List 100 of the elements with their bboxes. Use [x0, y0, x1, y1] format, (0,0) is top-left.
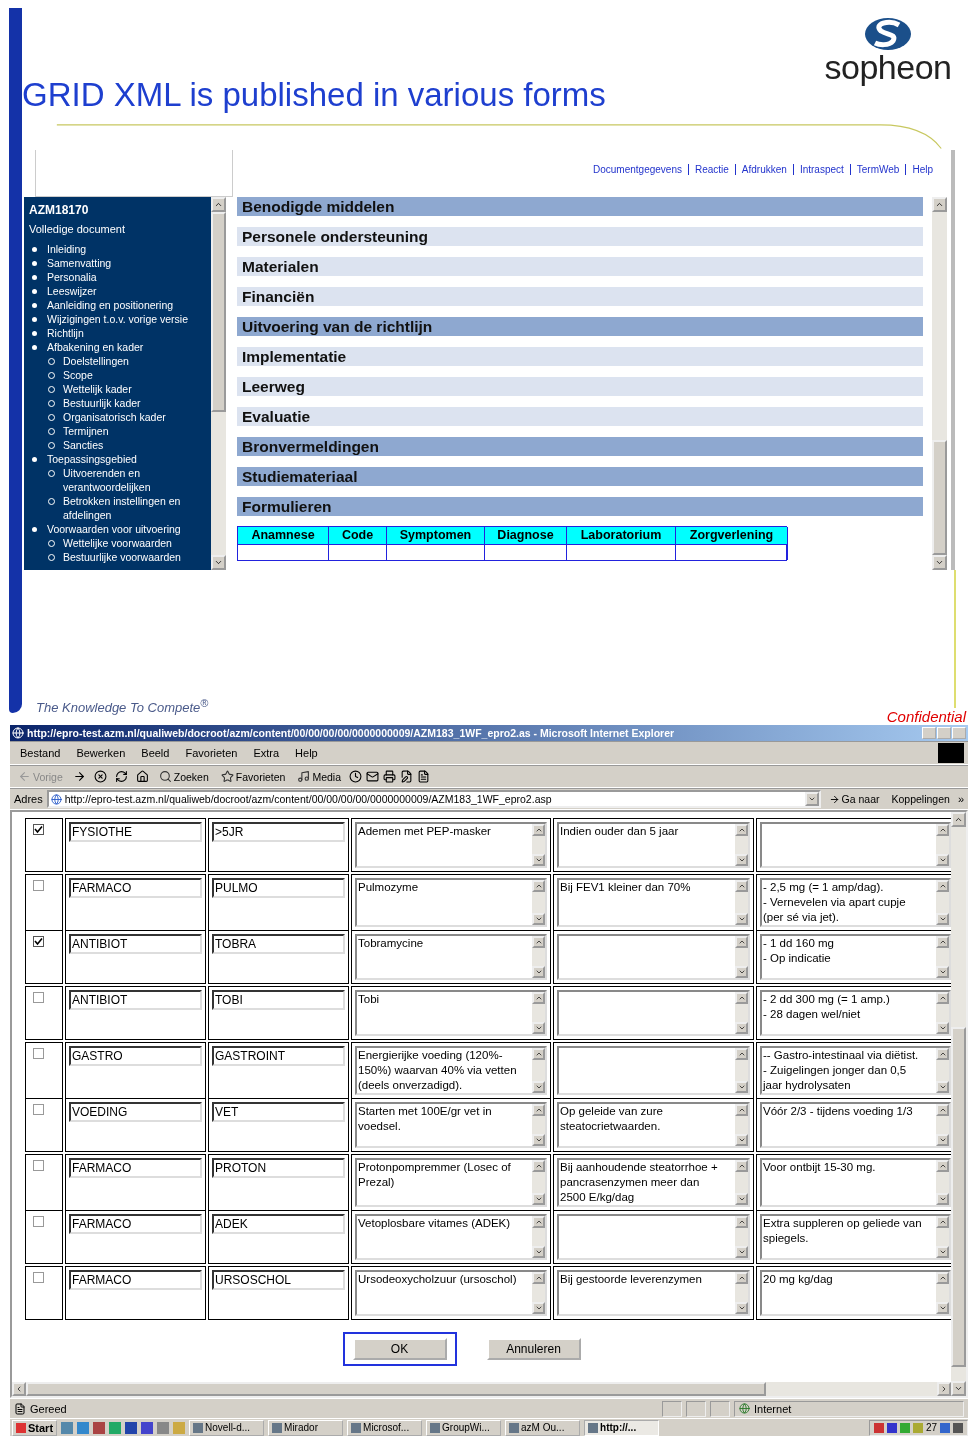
checkbox[interactable]	[33, 936, 44, 947]
quick-launch-icon[interactable]	[93, 1421, 106, 1434]
text-area[interactable]: Tobi	[355, 990, 547, 1036]
nav-link[interactable]: Wettelijk kader	[63, 382, 211, 396]
nav-link[interactable]: Afbakening en kader	[47, 340, 197, 354]
checkbox[interactable]	[33, 1160, 44, 1171]
document-icon[interactable]	[417, 770, 431, 783]
scrollbar[interactable]	[735, 1048, 748, 1093]
text-field[interactable]: FARMACO	[69, 878, 202, 898]
checkbox[interactable]	[33, 992, 44, 1003]
nav-link[interactable]: Intraspect	[792, 163, 850, 175]
scrollbar[interactable]	[936, 1104, 949, 1146]
text-area[interactable]: Op geleide van zure steatocrietwaarden.	[557, 1102, 750, 1148]
toolbar-button[interactable]: Media	[293, 770, 346, 783]
nav-link[interactable]: Sancties	[63, 438, 211, 452]
text-area[interactable]: Ademen met PEP-masker	[355, 822, 547, 868]
nav-link[interactable]: Help	[905, 163, 939, 175]
menu-item[interactable]: Extra	[247, 747, 286, 759]
menu-item[interactable]: Favorieten	[179, 747, 244, 759]
section-heading[interactable]: Leerweg	[237, 377, 923, 396]
text-field[interactable]: FARMACO	[69, 1214, 202, 1234]
quick-launch-icon[interactable]	[157, 1421, 170, 1434]
scrollbar[interactable]	[735, 992, 748, 1034]
text-field[interactable]: TOBI	[212, 990, 345, 1010]
nav-link[interactable]: TermWeb	[849, 163, 906, 175]
text-area[interactable]: - 2 dd 300 mg (= 1 amp.) - 28 dagen wel/niet	[760, 990, 951, 1036]
nav-link[interactable]: Wijzigingen t.o.v. vorige versie	[47, 312, 197, 326]
nav-link[interactable]: Toepassingsgebied	[47, 452, 197, 466]
scrollbar[interactable]	[532, 824, 545, 866]
scrollbar[interactable]	[936, 992, 949, 1034]
text-area[interactable]: 20 mg kg/dag	[760, 1270, 951, 1316]
scrollbar[interactable]	[735, 936, 748, 978]
quick-launch-icon[interactable]	[141, 1421, 154, 1434]
text-area[interactable]: Protonpompremmer (Losec of Prezal)	[355, 1158, 547, 1207]
scrollbar[interactable]	[936, 824, 949, 866]
text-field[interactable]: PULMO	[212, 878, 345, 898]
text-area[interactable]: - 1 dd 160 mg - Op indicatie	[760, 934, 951, 980]
nav-link[interactable]: Scope	[63, 368, 211, 382]
scrollbar[interactable]	[735, 1216, 748, 1258]
scrollbar[interactable]	[735, 1272, 748, 1314]
menu-item[interactable]: Help	[289, 747, 324, 759]
tray-icon[interactable]	[940, 1422, 950, 1433]
nav-link[interactable]: Documentgegevens	[587, 163, 688, 175]
section-heading[interactable]: Benodigde middelen	[237, 197, 923, 216]
more-chevron[interactable]: »	[957, 793, 964, 805]
taskbar-button[interactable]: Novell-d...	[189, 1419, 265, 1436]
text-area[interactable]: -- Gastro-intestinaal via diëtist. - Zuigelingen jonger dan 0,5 jaar hydrolysaten	[760, 1046, 951, 1095]
restore-button[interactable]	[937, 727, 951, 739]
taskbar-button[interactable]: Mirador	[268, 1419, 344, 1436]
stop-button[interactable]	[91, 770, 109, 783]
text-area[interactable]: Ursodeoxycholzuur (ursoschol)	[355, 1270, 547, 1316]
text-area[interactable]: Pulmozyme	[355, 878, 547, 927]
checkbox[interactable]	[33, 1216, 44, 1227]
scrollbar[interactable]	[532, 1160, 545, 1205]
nav-link[interactable]: Aanleiding en positionering	[47, 298, 197, 312]
edit-icon[interactable]	[400, 770, 414, 783]
nav-link[interactable]: Inleiding	[47, 242, 197, 256]
text-area[interactable]: Tobramycine	[355, 934, 547, 980]
text-field[interactable]: FYSIOTHE	[69, 822, 202, 842]
text-area[interactable]: Bij aanhoudende steatorrhoe + pancrasenzymen meer dan 2500 E/kg/dag	[557, 1158, 750, 1207]
menu-item[interactable]: Beeld	[135, 747, 176, 759]
scrollbar[interactable]	[532, 1104, 545, 1146]
tray-icon[interactable]	[886, 1422, 897, 1433]
quick-launch-icon[interactable]	[61, 1421, 74, 1434]
address-field[interactable]: http://epro-test.azm.nl/qualiweb/docroot/azm/content/00/00/00/00/0000000009/AZM183_1WF_epro2.asp	[46, 790, 821, 808]
text-field[interactable]: ANTIBIOT	[69, 934, 202, 954]
taskbar-button[interactable]: azM Ou...	[505, 1419, 581, 1436]
text-field[interactable]: FARMACO	[69, 1270, 202, 1290]
dialog-button[interactable]: OK	[352, 1338, 447, 1360]
scrollbar[interactable]	[532, 1048, 545, 1093]
text-area[interactable]: Starten met 100E/gr vet in voedsel.	[355, 1102, 547, 1148]
text-area[interactable]: Bij FEV1 kleiner dan 70%	[557, 878, 750, 927]
text-area[interactable]: Extra suppleren op geliede van spiegels.	[760, 1214, 951, 1260]
quick-launch-icon[interactable]	[125, 1421, 138, 1434]
scrollbar[interactable]	[532, 992, 545, 1034]
text-field[interactable]: >5JR	[212, 822, 345, 842]
taskbar-button[interactable]: GroupWi...	[426, 1419, 502, 1436]
scrollbar[interactable]	[532, 1216, 545, 1258]
checkbox[interactable]	[33, 880, 44, 891]
scrollbar[interactable]	[735, 880, 748, 925]
text-field[interactable]: ADEK	[212, 1214, 345, 1234]
scrollbar[interactable]	[211, 197, 226, 570]
scrollbar[interactable]	[936, 1216, 949, 1258]
scrollbar[interactable]	[936, 936, 949, 978]
nav-link[interactable]: Doelstellingen	[63, 354, 211, 368]
dropdown-button[interactable]	[804, 792, 819, 806]
text-field[interactable]: GASTROINT	[212, 1046, 345, 1066]
text-field[interactable]: ANTIBIOT	[69, 990, 202, 1010]
nav-link[interactable]: Richtlijn	[47, 326, 197, 340]
checkbox[interactable]	[33, 1048, 44, 1059]
text-field[interactable]: TOBRA	[212, 934, 345, 954]
scrollbar[interactable]	[532, 936, 545, 978]
text-field[interactable]: VET	[212, 1102, 345, 1122]
scrollbar[interactable]	[532, 1272, 545, 1314]
quick-launch-icon[interactable]	[77, 1421, 90, 1434]
section-heading[interactable]: Personele ondersteuning	[237, 227, 923, 246]
text-field[interactable]: GASTRO	[69, 1046, 202, 1066]
print-icon[interactable]	[383, 770, 397, 783]
section-heading[interactable]: Uitvoering van de richtlijn	[237, 317, 923, 336]
nav-link[interactable]: Reactie	[687, 163, 735, 175]
